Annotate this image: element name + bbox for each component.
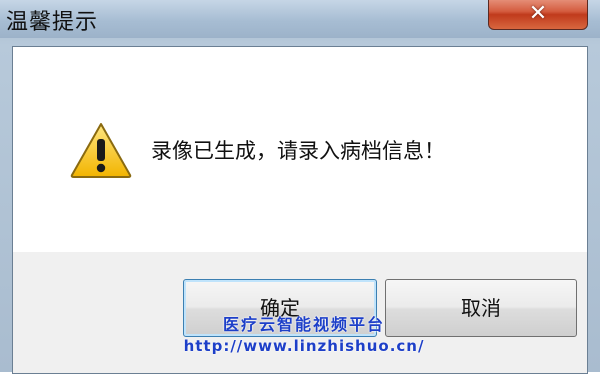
watermark-title: 医疗云智能视频平台 [222,315,385,334]
close-icon: ✕ [528,1,548,26]
title-bar[interactable]: 温馨提示 ✕ [0,0,600,38]
dialog-message: 录像已生成，请录入病档信息！ [151,139,445,163]
watermark: 医疗云智能视频平台 http://www.linzhishuo.cn/ [164,314,444,356]
close-button[interactable]: ✕ [488,0,588,30]
watermark-url: http://www.linzhishuo.cn/ [183,337,425,355]
warning-icon [70,123,132,178]
window-title: 温馨提示 [6,10,99,35]
message-area: 录像已生成，请录入病档信息！ [13,47,587,252]
dialog-window: 温馨提示 ✕ 录像已生成，请录入病档信息！ 确定 取消 医疗云智能视频平台 ht… [0,0,600,374]
